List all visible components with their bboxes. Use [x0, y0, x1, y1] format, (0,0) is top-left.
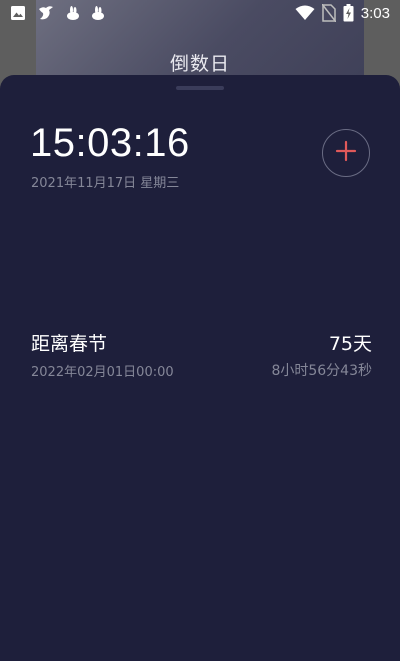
status-time: 3:03: [360, 4, 390, 22]
current-time: 15:03:16: [30, 121, 190, 165]
image-icon: [10, 5, 26, 21]
countdown-sheet: 15:03:16 2021年11月17日 星期三 距离春节 2022年02月01…: [0, 75, 400, 661]
rabbit-icon: [66, 5, 80, 21]
current-date: 2021年11月17日 星期三: [31, 176, 180, 191]
plus-icon: [335, 140, 357, 166]
app-screen: 倒数日 3:03 15:03:16 2021年11月17日 星期三 距离春节 2…: [0, 0, 400, 661]
wifi-icon: [295, 5, 315, 21]
sheet-drag-handle[interactable]: [176, 86, 224, 90]
countdown-event-item[interactable]: 距离春节 2022年02月01日00:00 75天 8小时56分43秒: [0, 325, 400, 385]
notification-icons: [10, 5, 105, 21]
event-target-date: 2022年02月01日00:00: [31, 365, 174, 380]
rabbit-icon: [91, 5, 105, 21]
event-days-left: 75天: [328, 333, 372, 355]
event-time-remaining: 8小时56分43秒: [271, 363, 372, 379]
status-bar: 3:03: [0, 0, 400, 28]
no-sim-icon: [321, 4, 336, 22]
background-app-title: 倒数日: [169, 53, 230, 75]
bird-icon: [37, 5, 55, 21]
system-icons: 3:03: [295, 4, 390, 22]
add-event-button[interactable]: [322, 129, 370, 177]
battery-charging-icon: [343, 4, 354, 22]
event-name: 距离春节: [31, 333, 108, 355]
